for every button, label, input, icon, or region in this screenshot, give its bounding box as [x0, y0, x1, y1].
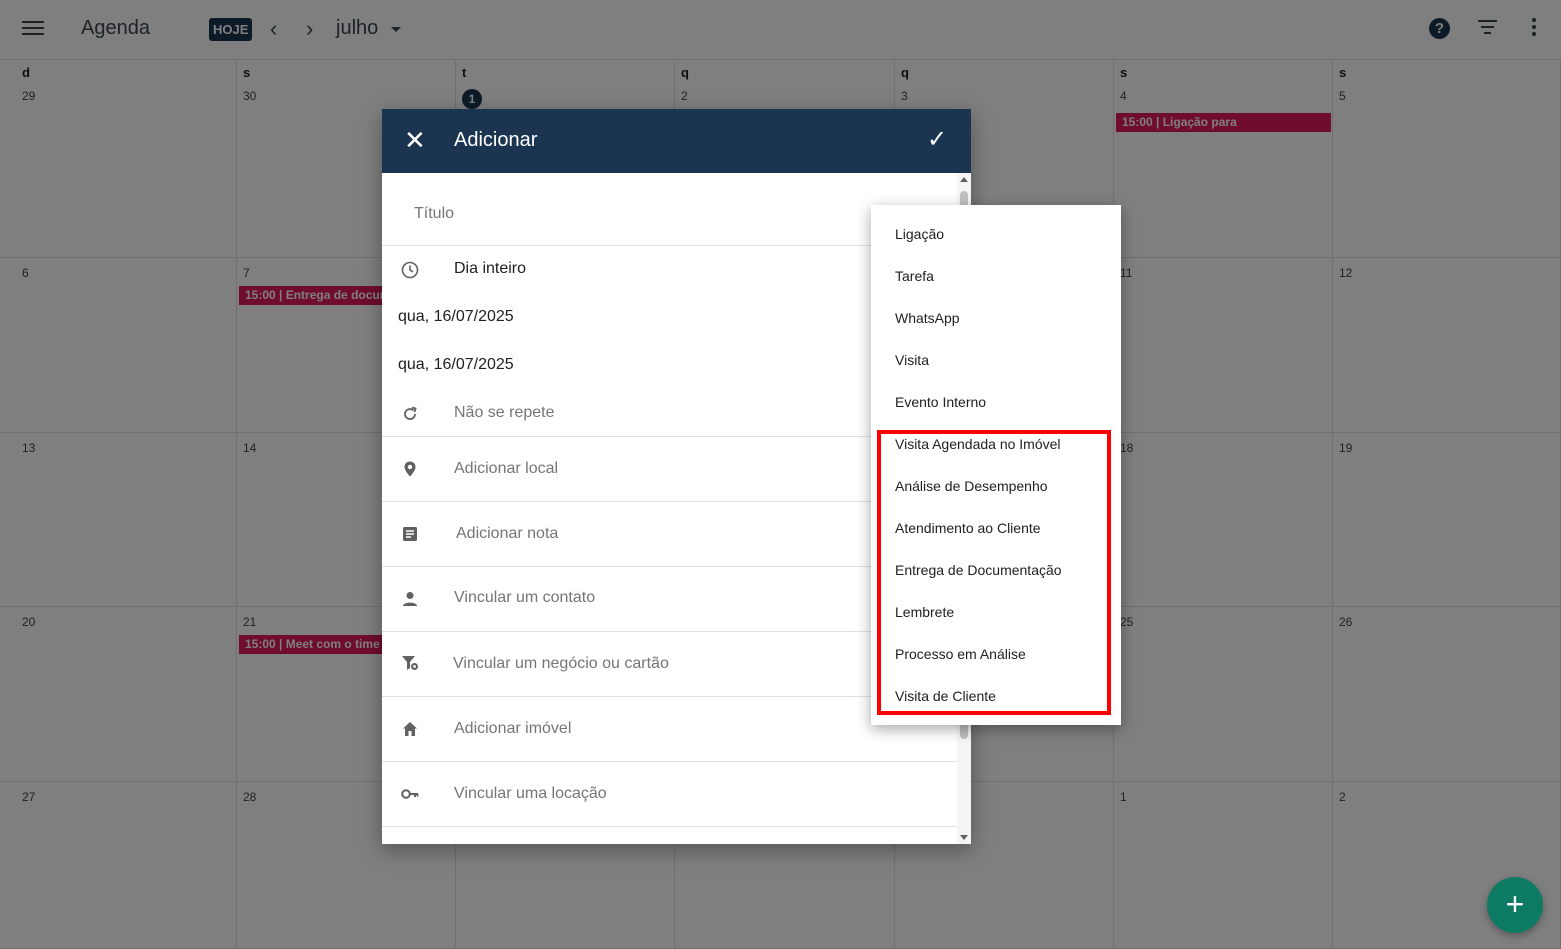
- event-type-option[interactable]: Tarefa: [895, 268, 934, 284]
- end-date-value[interactable]: qua, 16/07/2025: [398, 356, 514, 374]
- add-event-fab[interactable]: +: [1487, 877, 1543, 933]
- rental-row[interactable]: Vincular uma locação: [382, 762, 957, 826]
- repeat-label: Não se repete: [454, 404, 555, 421]
- person-icon: [401, 590, 419, 608]
- event-type-option[interactable]: Visita: [895, 352, 929, 368]
- close-icon[interactable]: ✕: [404, 126, 426, 154]
- title-input[interactable]: Título: [414, 205, 454, 223]
- dialog-header: ✕ Adicionar ✓: [382, 109, 971, 173]
- dialog-title: Adicionar: [454, 129, 538, 151]
- repeat-icon: [401, 405, 419, 423]
- home-icon: [401, 720, 419, 738]
- key-icon: [401, 785, 419, 803]
- divider: [382, 826, 957, 827]
- note-input[interactable]: Adicionar nota: [456, 525, 558, 543]
- deal-input[interactable]: Vincular um negócio ou cartão: [453, 655, 669, 673]
- scroll-up-icon[interactable]: [960, 177, 968, 182]
- event-type-option[interactable]: Evento Interno: [895, 394, 986, 410]
- start-date-value[interactable]: qua, 16/07/2025: [398, 308, 514, 326]
- clock-icon: [401, 261, 419, 279]
- event-type-option[interactable]: Ligação: [895, 226, 944, 242]
- rental-input[interactable]: Vincular uma locação: [454, 785, 607, 803]
- event-type-option[interactable]: WhatsApp: [895, 310, 960, 326]
- note-icon: [401, 525, 419, 543]
- funnel-icon: [401, 654, 419, 672]
- scroll-down-icon[interactable]: [960, 835, 968, 840]
- highlight-box: [877, 430, 1111, 715]
- check-icon[interactable]: ✓: [927, 126, 947, 154]
- contact-input[interactable]: Vincular um contato: [454, 589, 595, 607]
- all-day-label: Dia inteiro: [454, 260, 527, 277]
- location-pin-icon: [401, 460, 419, 478]
- location-input[interactable]: Adicionar local: [454, 460, 558, 478]
- property-input[interactable]: Adicionar imóvel: [454, 720, 571, 738]
